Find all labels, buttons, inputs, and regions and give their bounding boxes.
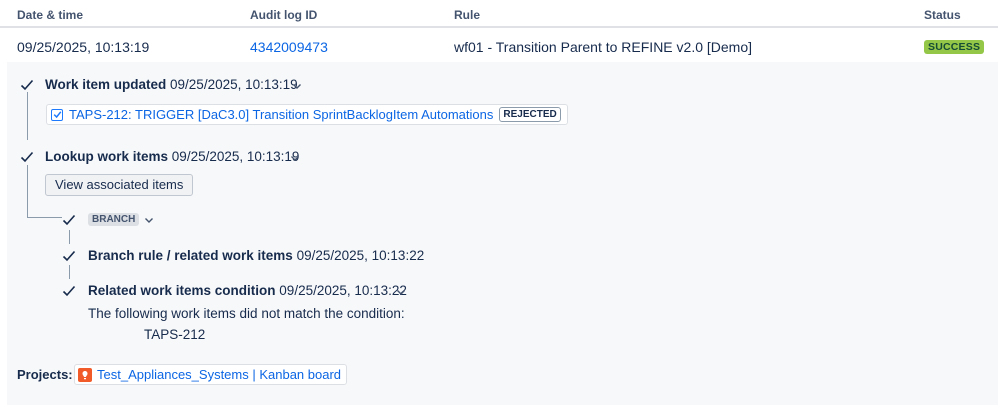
row-rule: wf01 - Transition Parent to REFINE v2.0 … bbox=[454, 39, 753, 55]
rejected-badge: REJECTED bbox=[499, 107, 561, 122]
step-branch-rule: Branch rule / related work items 09/25/2… bbox=[88, 248, 424, 263]
condition-message: The following work items did not match t… bbox=[88, 306, 405, 321]
status-badge: SUCCESS bbox=[924, 40, 985, 54]
tree-connector bbox=[69, 265, 70, 279]
check-icon bbox=[62, 213, 76, 227]
chevron-down-icon[interactable] bbox=[289, 152, 301, 164]
chevron-down-icon[interactable] bbox=[395, 286, 407, 298]
check-icon bbox=[62, 249, 76, 263]
unmatched-work-item: TAPS-212 bbox=[144, 327, 206, 342]
check-icon bbox=[20, 78, 34, 92]
tree-connector bbox=[69, 230, 70, 244]
work-item-card[interactable]: TAPS-212: TRIGGER [DaC3.0] Transition Sp… bbox=[46, 104, 568, 125]
tree-connector bbox=[27, 217, 62, 218]
header-audit-log-id: Audit log ID bbox=[250, 8, 318, 22]
audit-log-id-link[interactable]: 4342009473 bbox=[250, 39, 328, 55]
step-time: 09/25/2025, 10:13:22 bbox=[279, 283, 407, 298]
project-link[interactable]: Test_Appliances_Systems | Kanban board bbox=[97, 367, 341, 382]
tree-connector bbox=[27, 165, 28, 217]
view-associated-items-button[interactable]: View associated items bbox=[45, 174, 194, 196]
table-header: Date & time Audit log ID Rule Status bbox=[0, 0, 998, 28]
projects-label: Projects: bbox=[17, 367, 73, 382]
step-time: 09/25/2025, 10:13:22 bbox=[296, 248, 425, 263]
step-work-item-updated: Work item updated 09/25/2025, 10:13:19 bbox=[45, 77, 298, 92]
check-icon bbox=[62, 284, 76, 298]
step-title: Lookup work items bbox=[45, 149, 169, 164]
branch-lozenge: BRANCH bbox=[88, 213, 140, 226]
project-card[interactable]: Test_Appliances_Systems | Kanban board bbox=[74, 364, 348, 385]
table-row[interactable]: 09/25/2025, 10:13:19 4342009473 wf01 - T… bbox=[0, 30, 998, 62]
header-date-time: Date & time bbox=[17, 8, 84, 22]
project-avatar-icon bbox=[78, 367, 92, 382]
header-rule: Rule bbox=[454, 8, 481, 22]
header-status: Status bbox=[924, 8, 961, 22]
row-date-time: 09/25/2025, 10:13:19 bbox=[17, 39, 150, 55]
step-title: Branch rule / related work items bbox=[88, 248, 293, 263]
check-icon bbox=[20, 150, 34, 164]
step-time: 09/25/2025, 10:13:19 bbox=[171, 149, 300, 164]
task-checkbox-icon bbox=[51, 108, 63, 121]
step-title: Work item updated bbox=[45, 77, 167, 92]
tree-connector bbox=[27, 92, 28, 140]
step-lookup-work-items: Lookup work items 09/25/2025, 10:13:19 bbox=[45, 149, 299, 164]
chevron-down-icon[interactable] bbox=[143, 214, 155, 226]
work-item-link[interactable]: TAPS-212: TRIGGER [DaC3.0] Transition Sp… bbox=[69, 107, 493, 122]
step-condition: Related work items condition 09/25/2025,… bbox=[88, 283, 407, 298]
step-title: Related work items condition bbox=[88, 283, 276, 298]
chevron-down-icon[interactable] bbox=[291, 80, 303, 92]
step-time: 09/25/2025, 10:13:19 bbox=[170, 77, 298, 92]
